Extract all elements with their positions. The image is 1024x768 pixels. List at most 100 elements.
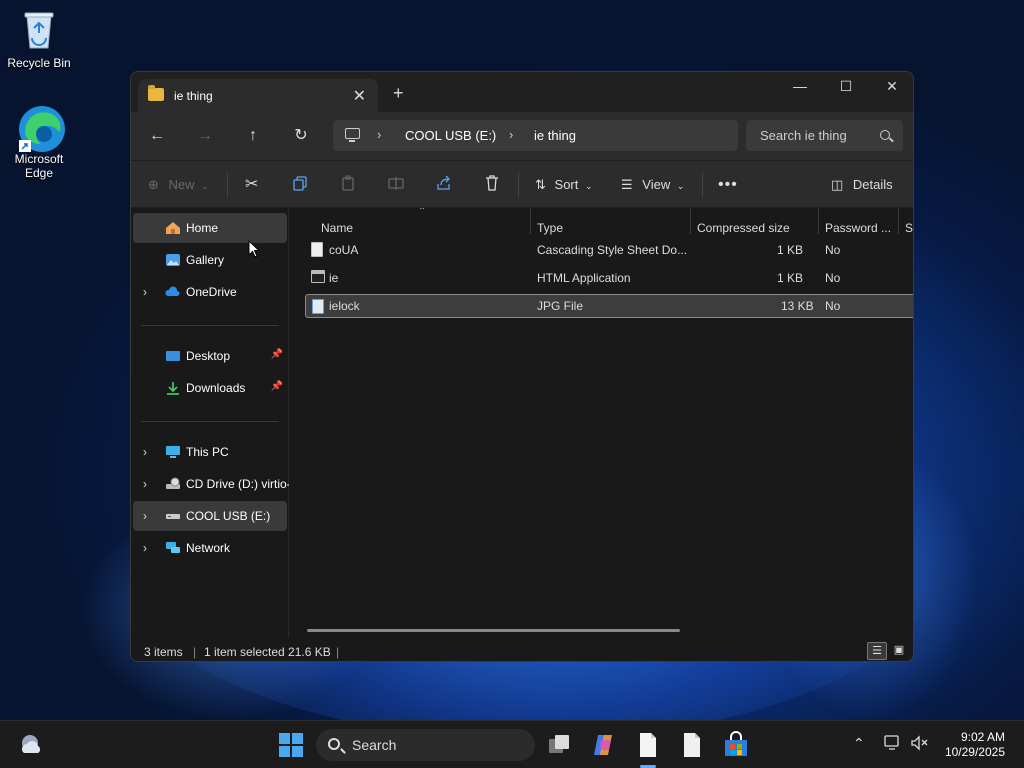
chevron-right-icon[interactable]: › — [143, 477, 147, 491]
sidebar-item-network[interactable]: › Network — [133, 533, 287, 563]
share-icon[interactable] — [436, 175, 452, 195]
details-view-icon[interactable]: ☰ — [867, 642, 887, 660]
chevron-right-icon[interactable]: › — [143, 285, 147, 299]
pin-icon[interactable]: 📌 — [271, 381, 283, 392]
sidebar-item-onedrive[interactable]: › OneDrive — [133, 277, 287, 307]
column-header-compressed-size[interactable]: Compressed size — [697, 221, 790, 235]
tab-ie-thing[interactable]: ie thing ✕ — [138, 79, 378, 112]
breadcrumb-cool-usb[interactable]: COOL USB (E:) — [405, 128, 496, 143]
file-row[interactable]: coUA Cascading Style Sheet Do... 1 KB No — [305, 238, 913, 262]
forward-arrow-icon[interactable]: → — [193, 124, 217, 148]
column-divider[interactable] — [818, 208, 819, 234]
desktop-icon-recycle-bin[interactable]: Recycle Bin — [1, 8, 77, 70]
sidebar-item-label: Network — [186, 541, 231, 555]
task-view-icon[interactable] — [546, 731, 574, 759]
details-button[interactable]: ◫ Details — [831, 175, 893, 195]
back-arrow-icon[interactable]: ← — [145, 124, 169, 148]
file-explorer-window: ie thing ✕ + — ☐ ✕ ← → ↑ ↻ › COOL USB (E… — [130, 71, 914, 662]
sort-label: Sort — [554, 177, 579, 192]
new-button[interactable]: ⊕ New ⌄ — [148, 175, 209, 195]
show-hidden-icons-chevron-icon[interactable]: ⌃ — [853, 735, 865, 752]
desktop-icon-label: Recycle Bin — [7, 56, 71, 70]
sidebar-item-gallery[interactable]: Gallery — [133, 245, 287, 275]
maximize-button[interactable]: ☐ — [831, 78, 861, 95]
breadcrumb-chevron-icon[interactable]: › — [509, 127, 513, 142]
sort-icon: ⇅ — [535, 177, 546, 192]
minimize-button[interactable]: — — [785, 78, 815, 94]
close-window-button[interactable]: ✕ — [877, 78, 907, 95]
chevron-right-icon[interactable]: › — [143, 541, 147, 555]
file-row-selected[interactable]: ielock JPG File 13 KB No — [305, 294, 913, 318]
sidebar-item-label: COOL USB (E:) — [186, 509, 271, 523]
sidebar-item-this-pc[interactable]: › This PC — [133, 437, 287, 467]
chevron-right-icon[interactable]: › — [143, 509, 147, 523]
column-header-type[interactable]: Type — [537, 221, 563, 235]
chevron-down-icon: ⌄ — [676, 181, 685, 191]
pin-icon[interactable]: 📌 — [271, 349, 283, 360]
chevron-right-icon[interactable]: › — [143, 445, 147, 459]
windows-start-icon[interactable] — [277, 731, 305, 759]
new-tab-button[interactable]: + — [393, 84, 404, 102]
navigation-pane: Home Gallery › OneDrive Desktop 📌 Downlo… — [131, 208, 289, 638]
up-arrow-icon[interactable]: ↑ — [241, 124, 265, 148]
folder-icon — [148, 85, 164, 101]
view-button[interactable]: ☰ View ⌄ — [621, 175, 684, 195]
column-header-name[interactable]: Name — [321, 221, 353, 235]
column-divider[interactable] — [690, 208, 691, 234]
usb-drive-icon — [165, 509, 181, 523]
sidebar-item-label: CD Drive (D:) virtio- — [186, 477, 289, 491]
taskbar: Search ⌃ 9:02 AM 10/29/2025 — [0, 720, 1024, 768]
new-label: New — [168, 177, 195, 192]
file-type: Cascading Style Sheet Do... — [537, 243, 688, 257]
cut-icon[interactable]: ✂ — [245, 175, 258, 195]
desktop-icon-edge[interactable]: Microsoft Edge — [1, 104, 77, 180]
sidebar-item-downloads[interactable]: Downloads 📌 — [133, 373, 287, 403]
status-bar: 3 items | 1 item selected 21.6 KB | ☰ ▣ — [131, 638, 913, 661]
column-divider[interactable] — [898, 208, 899, 234]
taskbar-search[interactable]: Search — [316, 729, 535, 761]
copilot-icon[interactable] — [590, 731, 618, 759]
horizontal-scrollbar[interactable] — [307, 629, 680, 632]
rename-icon[interactable] — [388, 175, 404, 195]
volume-muted-icon[interactable] — [910, 735, 928, 751]
plus-circle-icon: ⊕ — [148, 177, 159, 192]
home-icon — [165, 221, 181, 235]
search-input[interactable] — [746, 120, 876, 151]
copy-icon[interactable] — [292, 175, 308, 195]
column-header-size[interactable]: Si — [905, 221, 913, 235]
html-application-icon — [311, 270, 325, 283]
sidebar-item-desktop[interactable]: Desktop 📌 — [133, 341, 287, 371]
delete-icon[interactable] — [484, 175, 500, 195]
column-header-password[interactable]: Password ... — [825, 221, 891, 235]
paste-icon[interactable] — [340, 175, 356, 195]
view-lines-icon: ☰ — [621, 177, 633, 192]
file-name: ielock — [329, 299, 360, 313]
clock-date: 10/29/2025 — [944, 745, 1005, 759]
search-box — [746, 120, 903, 151]
more-options-icon[interactable]: ••• — [718, 175, 738, 195]
search-icon — [328, 738, 340, 750]
column-divider[interactable] — [530, 208, 531, 234]
notepad-icon[interactable] — [634, 731, 662, 759]
system-clock[interactable]: 9:02 AM 10/29/2025 — [945, 730, 1005, 760]
thumbnail-view-icon[interactable]: ▣ — [889, 642, 909, 660]
breadcrumb-ie-thing[interactable]: ie thing — [534, 128, 576, 143]
network-status-icon[interactable] — [884, 735, 902, 751]
address-bar[interactable]: › COOL USB (E:) › ie thing — [333, 120, 738, 151]
cloud-icon — [165, 285, 181, 299]
sidebar-item-cool-usb[interactable]: › COOL USB (E:) — [133, 501, 287, 531]
breadcrumb-chevron-icon[interactable]: › — [377, 127, 381, 142]
refresh-icon[interactable]: ↻ — [289, 124, 313, 148]
download-icon — [165, 381, 181, 395]
sidebar-item-label: Gallery — [186, 253, 225, 267]
microsoft-store-icon[interactable] — [722, 731, 750, 759]
file-row[interactable]: ie HTML Application 1 KB No — [305, 266, 913, 290]
tab-close-icon[interactable]: ✕ — [353, 86, 366, 106]
file-size: 1 KB — [777, 271, 804, 285]
sort-button[interactable]: ⇅ Sort ⌄ — [535, 175, 593, 195]
file-icon[interactable] — [678, 731, 706, 759]
sidebar-item-home[interactable]: Home — [133, 213, 287, 243]
sidebar-item-label: OneDrive — [186, 285, 237, 299]
sidebar-item-cd-drive[interactable]: › CD Drive (D:) virtio- — [133, 469, 289, 499]
weather-widget-icon[interactable] — [18, 731, 46, 759]
